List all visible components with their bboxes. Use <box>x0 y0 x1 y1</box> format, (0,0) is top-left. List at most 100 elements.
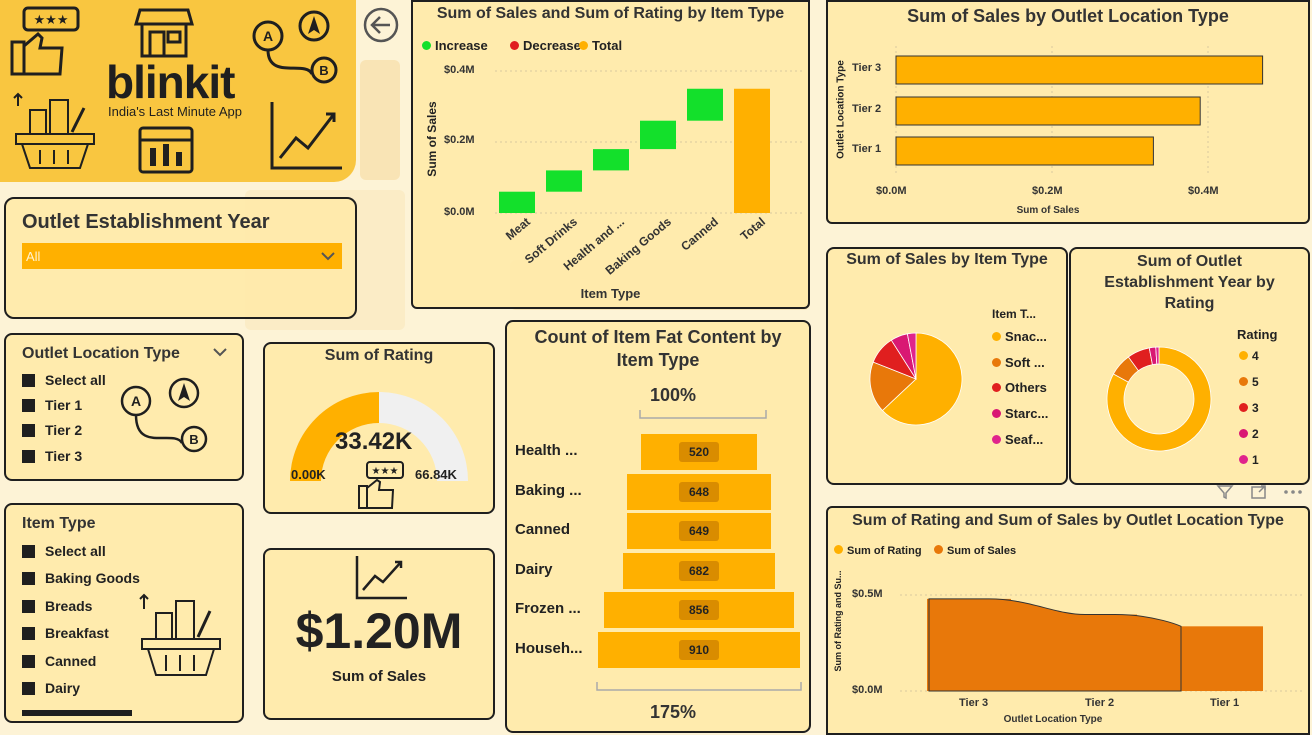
checkbox[interactable] <box>22 627 35 640</box>
legend-dot <box>1239 429 1248 438</box>
location-bar[interactable] <box>895 136 1154 166</box>
legend-item[interactable]: Snac... <box>992 329 1047 344</box>
x-tick: $0.2M <box>1032 185 1063 197</box>
thumbs-up-icon: ★★★ <box>10 6 80 76</box>
legend-item[interactable]: Soft ... <box>992 355 1045 370</box>
checkbox[interactable] <box>22 572 35 585</box>
option-label: Baking Goods <box>45 570 140 586</box>
waterfall-increase-bar[interactable] <box>640 120 676 150</box>
funnel-data-label: 648 <box>679 481 719 502</box>
legend-dot <box>992 434 1001 444</box>
item-option[interactable]: Select all <box>22 543 106 559</box>
funnel-row-label: Frozen ... <box>515 600 581 617</box>
donut-chart-panel: Sum of Outlet Establishment Year by Rati… <box>1069 247 1310 485</box>
legend-label: 4 <box>1252 349 1259 363</box>
thumbs-up-icon: ★★★ <box>358 461 404 509</box>
donut-legend-title: Rating <box>1237 327 1278 342</box>
waterfall-xlabel: Item Type <box>580 286 641 301</box>
location-bar-chart-panel: Sum of Sales by Outlet Location Type Out… <box>826 0 1310 224</box>
svg-text:A: A <box>131 393 141 409</box>
funnel-bottom-pct: 175% <box>649 702 697 722</box>
logo-panel: ★★★ A B blinkit India's Last Minute App <box>0 0 356 182</box>
y-tick: Tier 2 <box>852 103 882 115</box>
more-options-icon[interactable] <box>1282 484 1304 500</box>
year-slicer: Outlet Establishment Year All <box>4 197 357 319</box>
option-label: Breads <box>45 598 93 614</box>
legend-item[interactable]: Others <box>992 380 1047 395</box>
funnel-row-label: Househ... <box>515 639 583 657</box>
x-tick-label: Meat <box>503 215 533 243</box>
option-label: Select all <box>45 543 106 559</box>
x-tick: $0.4M <box>1188 185 1219 197</box>
checkbox[interactable] <box>22 545 35 558</box>
item-option[interactable]: Breads <box>22 598 92 614</box>
chevron-down-icon <box>321 252 335 261</box>
legend-label: Soft ... <box>1005 354 1045 370</box>
option-label: Canned <box>45 653 97 669</box>
back-button[interactable] <box>362 6 400 44</box>
donut-title: Sum of Outlet Establishment Year by Rati… <box>1104 253 1275 312</box>
location-bar[interactable] <box>895 55 1264 85</box>
funnel-top-bracket <box>639 410 767 419</box>
checkbox[interactable] <box>22 682 35 695</box>
gauge-max: 66.84K <box>415 467 457 482</box>
checkbox[interactable] <box>22 399 35 412</box>
location-bar[interactable] <box>895 96 1201 126</box>
legend-item[interactable]: 3 <box>1239 401 1259 415</box>
filter-icon[interactable] <box>1216 484 1234 500</box>
legend-item[interactable]: 1 <box>1239 453 1259 467</box>
legend-dot <box>1239 455 1248 464</box>
legend-item[interactable]: 2 <box>1239 427 1259 441</box>
waterfall-increase-bar[interactable] <box>593 149 629 171</box>
legend-label: 3 <box>1252 401 1259 415</box>
option-label: Breakfast <box>45 625 109 641</box>
year-dropdown[interactable]: All <box>22 243 342 269</box>
funnel-data-label: 682 <box>679 560 719 581</box>
funnel-row-label: Dairy <box>515 560 553 578</box>
legend-item[interactable]: 4 <box>1239 349 1259 363</box>
sales-kpi-card: $1.20M Sum of Sales <box>263 548 495 720</box>
y-tick: Tier 3 <box>852 62 882 74</box>
legend-label: 5 <box>1252 375 1259 389</box>
x-tick: Tier 1 <box>1210 697 1240 709</box>
combo-sales-bar[interactable] <box>1179 626 1263 691</box>
legend-dot <box>992 383 1001 393</box>
brand-tagline: India's Last Minute App <box>108 104 243 119</box>
location-option[interactable]: Tier 1 <box>22 397 82 413</box>
legend-dot <box>1239 403 1248 412</box>
chevron-down-icon[interactable] <box>212 347 228 357</box>
checkbox[interactable] <box>22 655 35 668</box>
item-type-slicer: Item Type Select all Baking Goods Breads… <box>4 503 244 723</box>
waterfall-increase-bar[interactable] <box>687 88 723 121</box>
y-tick: Tier 1 <box>852 143 882 155</box>
item-option[interactable]: Dairy <box>22 680 80 696</box>
legend-item[interactable]: Seaf... <box>992 432 1043 447</box>
legend-label: Seaf... <box>1005 431 1044 447</box>
checkbox[interactable] <box>22 600 35 613</box>
svg-text:★★★: ★★★ <box>34 12 69 27</box>
checkbox[interactable] <box>22 374 35 387</box>
legend-dot <box>1239 351 1248 360</box>
combo-rating-area[interactable] <box>928 598 1182 692</box>
location-slicer: Outlet Location Type Select all Tier 1 T… <box>4 333 244 481</box>
item-option[interactable]: Baking Goods <box>22 570 140 586</box>
funnel-data-label: 649 <box>679 521 719 541</box>
item-option[interactable]: Canned <box>22 653 96 669</box>
item-option[interactable]: Breakfast <box>22 625 109 641</box>
legend-item[interactable]: 5 <box>1239 375 1259 389</box>
location-bar-xlabel: Sum of Sales <box>1016 205 1080 216</box>
legend-dot <box>1239 377 1248 386</box>
pie-chart-panel: Sum of Sales by Item Type Item T... Snac… <box>826 247 1068 485</box>
legend-item[interactable]: Starc... <box>992 406 1048 421</box>
year-dropdown-value: All <box>26 249 41 264</box>
waterfall-total-bar[interactable] <box>734 88 770 213</box>
combo-chart-panel: Sum of Rating and Sum of Sales by Outlet… <box>826 506 1310 735</box>
focus-mode-icon[interactable] <box>1250 484 1268 500</box>
waterfall-increase-bar[interactable] <box>499 191 535 213</box>
location-option[interactable]: Select all <box>22 372 106 388</box>
checkbox[interactable] <box>22 424 35 437</box>
checkbox[interactable] <box>22 450 35 463</box>
waterfall-increase-bar[interactable] <box>546 170 582 192</box>
location-option[interactable]: Tier 3 <box>22 448 82 464</box>
location-option[interactable]: Tier 2 <box>22 422 82 438</box>
